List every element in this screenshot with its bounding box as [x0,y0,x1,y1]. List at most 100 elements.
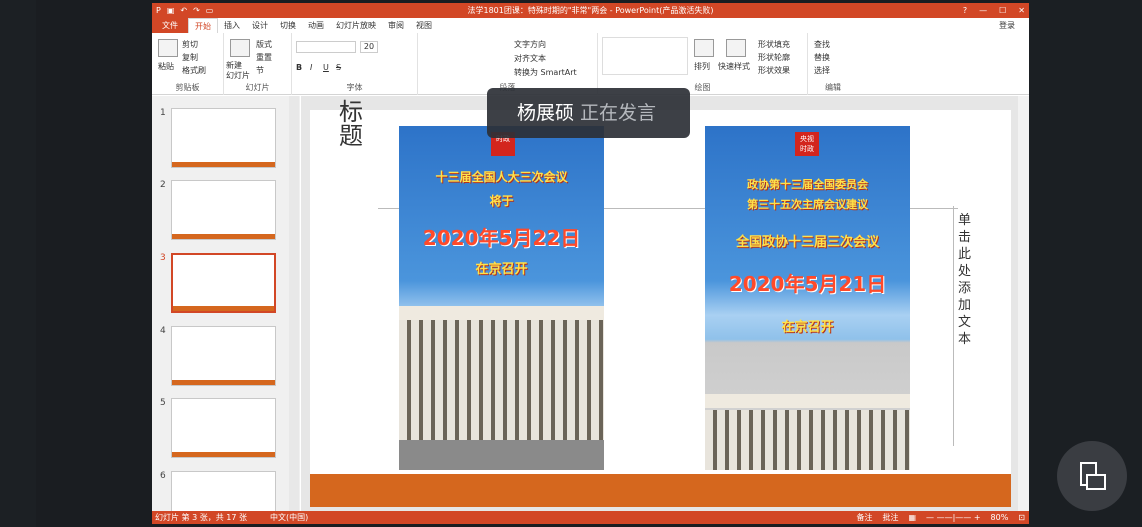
slide-canvas: 标题 时政 十三届全国人大三次会议 将于 2020年5月22日 在京召开 央视 … [310,100,1011,507]
slides-label: 幻灯片 [245,83,270,92]
status-controls: 备注 批注 ▦ — ——|—— + 80% ⊡ [856,511,1025,524]
rotate-icon [1080,462,1106,490]
shapes-gallery[interactable] [602,37,688,75]
slide-thumbnail-1[interactable] [171,108,276,168]
text-direction-button[interactable]: 文字方向 [514,39,546,50]
rotate-screen-button[interactable] [1057,441,1127,511]
align-text-button[interactable]: 对齐文本 [514,53,546,64]
tab-slideshow[interactable]: 幻灯片放映 [330,18,382,33]
editing-group: 查找 替换 选择 编辑 [808,33,858,95]
editor-scrollbar[interactable] [1018,96,1029,511]
poster-left-line3: 在京召开 [475,262,528,277]
strikethrough-button[interactable]: S [336,63,341,72]
paste-button[interactable]: 粘贴 [158,61,174,72]
tab-animations[interactable]: 动画 [302,18,330,33]
normal-view-icon[interactable]: ▦ [908,511,916,524]
slide-thumbnail-5[interactable] [171,398,276,458]
paragraph-group: 文字方向 对齐文本 转换为 SmartArt 段落 [418,33,598,95]
shape-outline-button[interactable]: 形状轮廓 [758,52,790,63]
replace-button[interactable]: 替换 [814,52,830,63]
thumb-number: 2 [160,180,166,190]
tab-file[interactable]: 文件 [152,18,188,33]
reset-button[interactable]: 重置 [256,52,272,63]
login-link[interactable]: 登录 [999,18,1015,33]
cctv-logo: 央视 时政 [795,132,819,156]
select-button[interactable]: 选择 [814,65,830,76]
poster-left-date: 2020年5月22日 [422,226,581,250]
font-name-select[interactable] [296,41,356,53]
thumb-number: 4 [160,326,166,336]
slide-thumbnail-4[interactable] [171,326,276,386]
section-button[interactable]: 节 [256,65,264,76]
poster-left-line1: 十三届全国人大三次会议 [435,170,568,184]
convert-smartart-button[interactable]: 转换为 SmartArt [514,67,577,78]
window-title: 法学1801团课：特殊时期的"非常"两会 - PowerPoint(产品激活失败… [467,6,714,15]
poster-left[interactable]: 时政 十三届全国人大三次会议 将于 2020年5月22日 在京召开 [399,126,604,470]
clipboard-group: 粘贴 剪切 复制 格式刷 剪贴板 [152,33,224,95]
slide-thumbnail-2[interactable] [171,180,276,240]
drawing-group: 排列 快速样式 形状填充 形状轮廓 形状效果 绘图 [598,33,808,95]
poster-right-line1: 政协第十三届全国委员会 [747,178,868,191]
tab-home[interactable]: 开始 [188,18,218,33]
window-controls: ? — ☐ ✕ [963,3,1025,18]
tab-view[interactable]: 视图 [410,18,438,33]
poster-right-line4: 在京召开 [781,320,834,335]
left-dark-strip [0,0,36,527]
slides-group: 新建 幻灯片 版式 重置 节 幻灯片 [224,33,292,95]
new-slide-button[interactable]: 新建 幻灯片 [226,61,250,81]
maximize-button[interactable]: ☐ [999,3,1006,18]
shape-effects-button[interactable]: 形状效果 [758,65,790,76]
paste-icon[interactable] [158,39,178,57]
building-facade [705,410,910,470]
title-bar: P ▣ ↶ ↷ ▭ 法学1801团课：特殊时期的"非常"两会 - PowerPo… [152,3,1029,18]
comments-button[interactable]: 批注 [882,511,898,524]
layout-button[interactable]: 版式 [256,39,272,50]
tab-design[interactable]: 设计 [246,18,274,33]
building-facade [399,320,604,440]
find-button[interactable]: 查找 [814,39,830,50]
slide-title[interactable]: 标题 [339,100,375,148]
underline-button[interactable]: U [323,63,329,72]
fit-slide-icon[interactable]: ⊡ [1018,511,1025,524]
slide-thumbnail-3[interactable] [171,253,276,313]
poster-right[interactable]: 央视 时政 政协第十三届全国委员会 第三十五次主席会议建议 全国政协十三届三次会… [705,126,910,470]
font-size-select[interactable]: 20 [360,41,378,53]
poster-right-date: 2020年5月21日 [728,272,887,296]
zoom-slider[interactable]: — ——|—— + [926,511,980,524]
slide-thumbnail-6[interactable] [171,471,276,511]
close-button[interactable]: ✕ [1018,3,1025,18]
poster-right-line3: 全国政协十三届三次会议 [735,235,879,250]
speaker-name: 杨展硕 [517,102,575,124]
copy-button[interactable]: 复制 [182,52,198,63]
quick-styles-icon[interactable] [726,39,746,57]
ribbon-tabs: 文件 开始 插入 设计 切换 动画 幻灯片放映 审阅 视图 登录 [152,18,1029,33]
poster-right-line2: 第三十五次主席会议建议 [747,198,868,211]
tab-review[interactable]: 审阅 [382,18,410,33]
quick-styles-button[interactable]: 快速样式 [718,61,750,72]
text-placeholder[interactable]: 单击此处添加文本 [958,212,972,348]
format-painter-button[interactable]: 格式刷 [182,65,206,76]
speaking-status: 正在发言 [580,102,657,124]
language-indicator[interactable]: 中文(中国) [270,511,308,524]
ribbon: 粘贴 剪切 复制 格式刷 剪贴板 新建 幻灯片 版式 重置 节 幻灯片 20 B… [152,33,1029,95]
new-slide-icon[interactable] [230,39,250,57]
italic-button[interactable]: I [310,63,312,72]
zoom-level[interactable]: 80% [991,511,1009,524]
ground [399,440,604,470]
cut-button[interactable]: 剪切 [182,39,198,50]
speaker-toast: 杨展硕 正在发言 [487,88,690,138]
font-group: 20 B I U S 字体 [292,33,418,95]
arrange-icon[interactable] [694,39,714,57]
minimize-button[interactable]: — [979,3,987,18]
notes-button[interactable]: 备注 [856,511,872,524]
textbox-border [953,206,954,446]
status-bar: 幻灯片 第 3 张，共 17 张 中文(中国) 备注 批注 ▦ — ——|—— … [152,511,1029,524]
shape-fill-button[interactable]: 形状填充 [758,39,790,50]
tab-insert[interactable]: 插入 [218,18,246,33]
tab-transitions[interactable]: 切换 [274,18,302,33]
thumb-number: 1 [160,108,166,118]
arrange-button[interactable]: 排列 [694,61,710,72]
bold-button[interactable]: B [296,63,302,72]
thumbnail-scrollbar[interactable] [289,96,299,511]
help-button[interactable]: ? [963,3,967,18]
